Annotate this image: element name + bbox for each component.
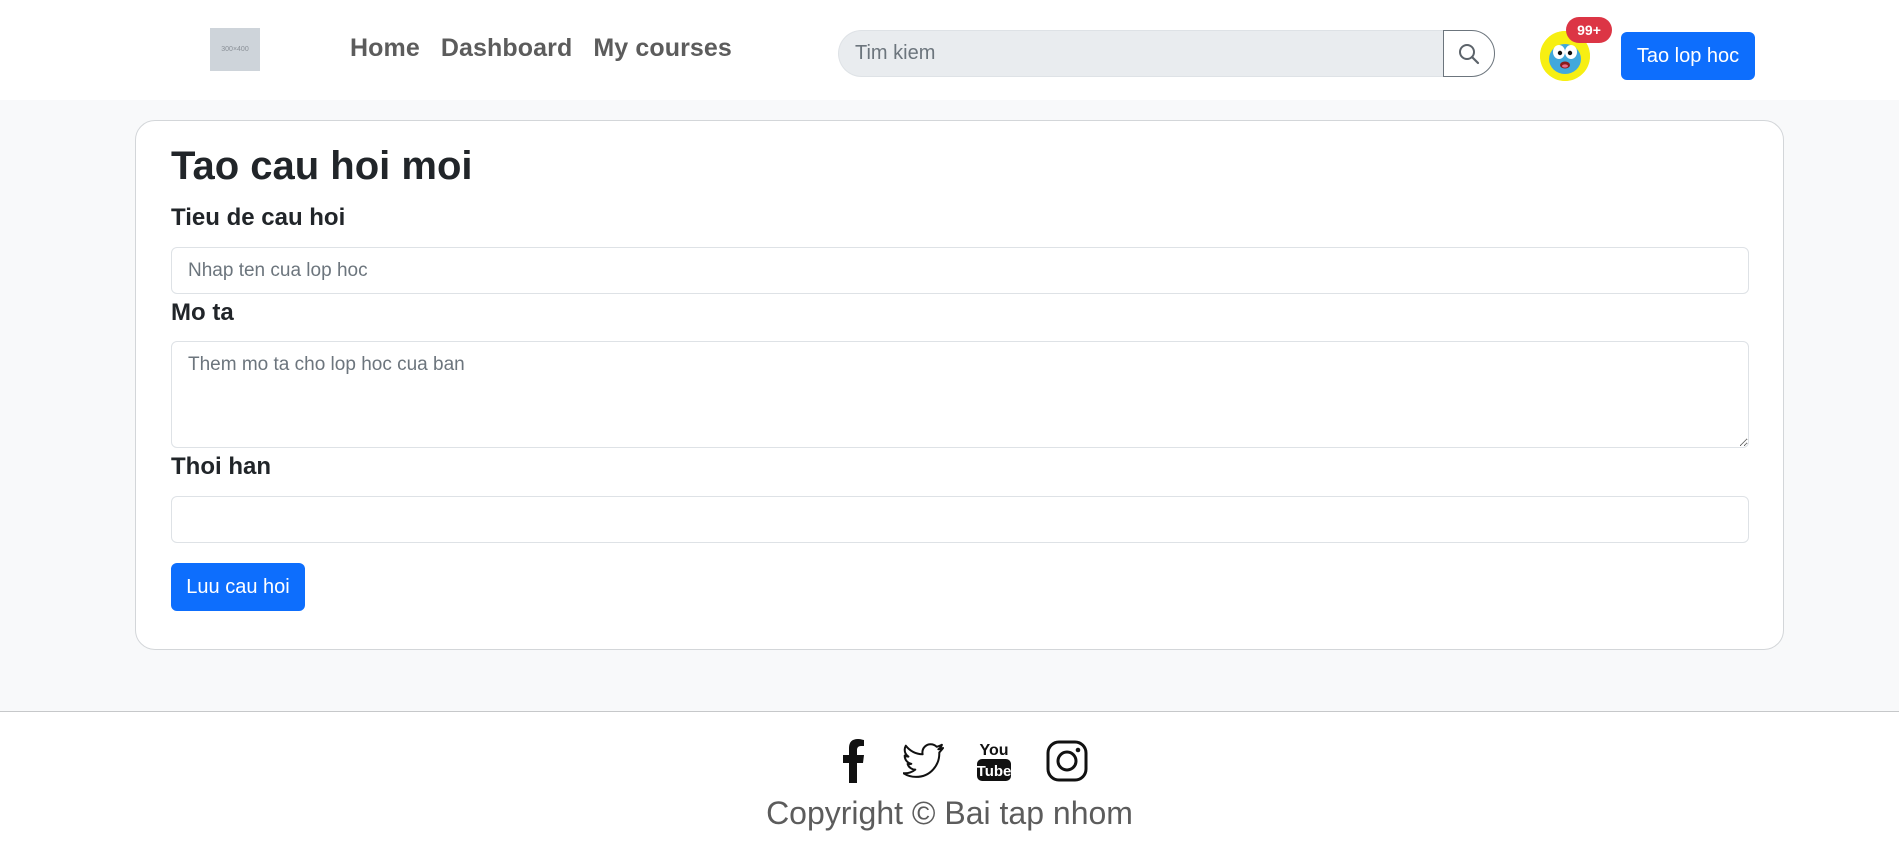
page-bottom bbox=[0, 832, 1899, 856]
description-textarea[interactable] bbox=[171, 341, 1749, 448]
question-title-label: Tieu de cau hoi bbox=[171, 204, 346, 231]
search-icon bbox=[1459, 43, 1480, 64]
search-button[interactable] bbox=[1443, 30, 1495, 77]
save-question-button[interactable]: Luu cau hoi bbox=[171, 563, 305, 611]
page-title: Tao cau hoi moi bbox=[171, 144, 473, 188]
facebook-link[interactable] bbox=[838, 738, 868, 784]
search-input[interactable] bbox=[838, 30, 1443, 77]
site-logo[interactable]: 300×400 bbox=[210, 28, 260, 71]
youtube-link[interactable]: You Tube bbox=[974, 738, 1014, 784]
description-label: Mo ta bbox=[171, 299, 234, 326]
navbar: 300×400 Home Dashboard My courses Tim ki… bbox=[0, 0, 1899, 100]
nav-home-link[interactable]: Home bbox=[350, 34, 420, 63]
twitter-icon bbox=[903, 743, 944, 778]
question-title-input[interactable] bbox=[171, 247, 1749, 294]
main-nav: Home Dashboard My courses bbox=[350, 34, 732, 63]
svg-text:You: You bbox=[979, 742, 1008, 759]
deadline-label: Thoi han bbox=[171, 453, 271, 480]
user-avatar-button[interactable]: 99+ bbox=[1540, 17, 1612, 81]
instagram-link[interactable] bbox=[1045, 738, 1089, 784]
youtube-icon: You Tube bbox=[977, 742, 1012, 781]
create-class-button[interactable]: Tao lop hoc bbox=[1621, 32, 1755, 80]
notification-badge: 99+ bbox=[1566, 17, 1612, 43]
nav-my-courses-link[interactable]: My courses bbox=[593, 34, 732, 63]
instagram-icon bbox=[1046, 740, 1088, 782]
deadline-input[interactable] bbox=[171, 496, 1749, 543]
twitter-link[interactable] bbox=[902, 738, 946, 784]
search-bar bbox=[838, 30, 1495, 77]
copyright-text: Copyright © Bai tap nhom bbox=[766, 795, 1133, 831]
svg-text:Tube: Tube bbox=[977, 763, 1012, 780]
facebook-icon bbox=[843, 739, 864, 783]
nav-dashboard-link[interactable]: Dashboard bbox=[441, 34, 572, 63]
